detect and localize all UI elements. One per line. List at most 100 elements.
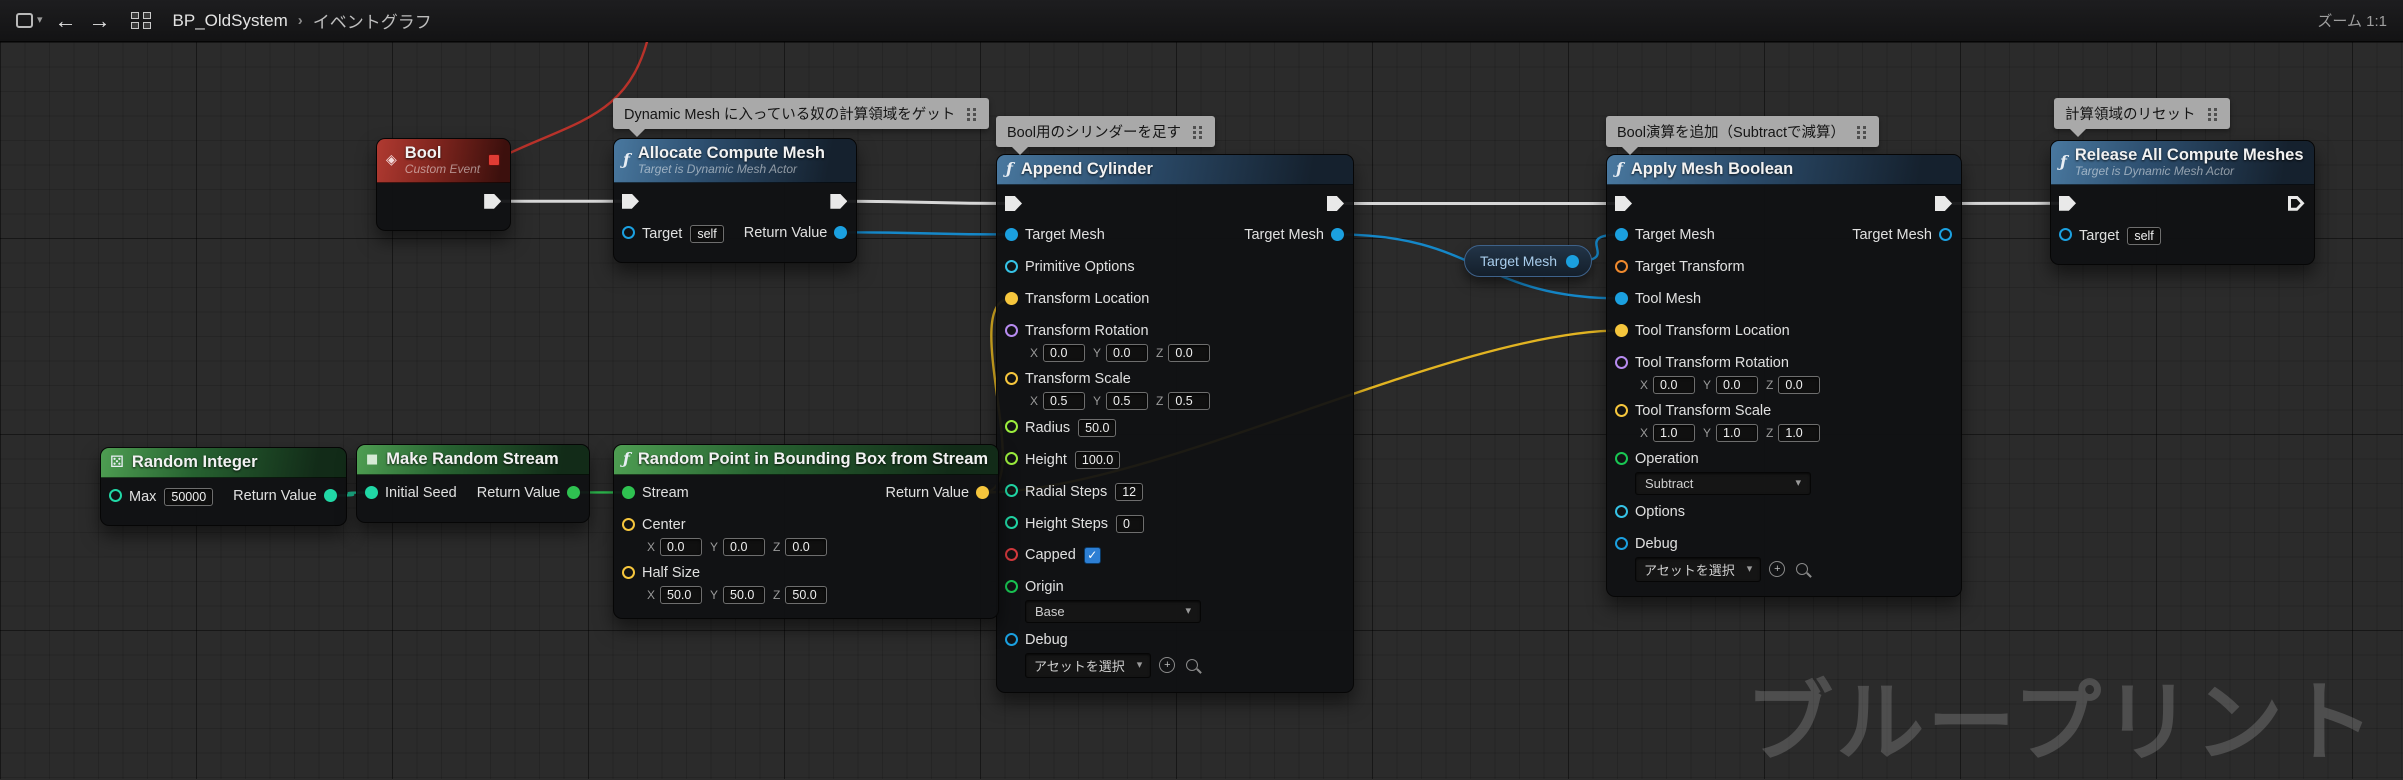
stream-in-pin[interactable] — [622, 485, 635, 499]
return-value-out-pin[interactable] — [567, 485, 581, 499]
target-transform-in-pin[interactable] — [1615, 259, 1628, 273]
target-input[interactable]: self — [2127, 226, 2161, 245]
half-size-y-input[interactable]: 50.0 — [723, 585, 766, 604]
transform-rotation-x-input[interactable]: 0.0 — [1043, 343, 1086, 362]
tool-transform-scale-x-input[interactable]: 1.0 — [1653, 423, 1696, 442]
operation-dropdown[interactable]: Subtract ▾ — [1635, 471, 1811, 495]
radius-input[interactable]: 50.0 — [1078, 418, 1117, 437]
exec-in-pin[interactable] — [2059, 195, 2076, 211]
node-random_point[interactable]: ƒ Random Point in Bounding Box from Strea… — [613, 444, 1000, 619]
center-z-input[interactable]: 0.0 — [785, 537, 828, 556]
radius-in-pin[interactable] — [1005, 419, 1018, 433]
capped-in-pin[interactable] — [1005, 547, 1018, 561]
node-header[interactable]: ƒ Append Cylinder — [997, 155, 1353, 185]
height-steps-in-pin[interactable] — [1005, 515, 1018, 529]
tool-transform-rotation-in-pin[interactable] — [1615, 355, 1628, 369]
breadcrumb-blueprint[interactable]: BP_OldSystem — [173, 11, 288, 31]
exec-in-pin[interactable] — [622, 193, 639, 209]
node-comment-release[interactable]: 計算領域のリセット — [2054, 98, 2230, 137]
tool-transform-location-in-pin[interactable] — [1615, 323, 1628, 337]
center-x-input[interactable]: 0.0 — [660, 537, 703, 556]
exec-out-pin[interactable] — [484, 193, 502, 209]
browse-asset-icon[interactable] — [1186, 659, 1199, 672]
back-button[interactable]: ← — [55, 9, 77, 32]
graph-hierarchy-icon[interactable] — [130, 12, 151, 29]
debug-in-pin[interactable] — [1615, 536, 1628, 550]
exec-out-pin[interactable] — [1327, 195, 1344, 211]
node-append_cylinder[interactable]: ƒ Append Cylinder Target Mesh Primitive Opt… — [996, 154, 1354, 693]
wire-exec[interactable] — [837, 199, 1015, 205]
return-value-out-pin[interactable] — [834, 225, 848, 239]
debug-asset-dropdown[interactable]: アセットを選択 ▾ — [1635, 556, 1762, 582]
node-bool_event[interactable]: ◈ Bool Custom Event — [376, 138, 512, 231]
node-header[interactable]: ■ Make Random Stream — [357, 445, 590, 475]
node-comment-allocate[interactable]: Dynamic Mesh に入っている奴の計算領域をゲット — [613, 98, 990, 137]
tool-transform-rotation-x-input[interactable]: 0.0 — [1653, 375, 1696, 394]
height-steps-input[interactable]: 0 — [1116, 514, 1145, 533]
node-release[interactable]: ƒ Release All Compute Meshes Target is Dyn… — [2050, 140, 2315, 265]
exec-in-pin[interactable] — [1615, 195, 1632, 211]
node-target_mesh_var[interactable]: Target Mesh — [1464, 245, 1592, 277]
tool-transform-rotation-y-input[interactable]: 0.0 — [1716, 375, 1759, 394]
tool-transform-scale-in-pin[interactable] — [1615, 403, 1628, 417]
node-header[interactable]: ◈ Bool Custom Event — [377, 139, 511, 183]
browse-asset-icon[interactable] — [1796, 563, 1809, 576]
exec-out-pin[interactable] — [1935, 195, 1952, 211]
radial-steps-input[interactable]: 12 — [1115, 482, 1144, 501]
transform-scale-y-input[interactable]: 0.5 — [1106, 391, 1149, 410]
wire-object[interactable] — [839, 231, 1013, 236]
target-input[interactable]: self — [690, 224, 724, 243]
options-in-pin[interactable] — [1615, 504, 1628, 518]
center-y-input[interactable]: 0.0 — [723, 537, 766, 556]
radial-steps-in-pin[interactable] — [1005, 483, 1018, 497]
transform-scale-z-input[interactable]: 0.5 — [1168, 391, 1211, 410]
transform-scale-in-pin[interactable] — [1005, 371, 1018, 385]
transform-rotation-z-input[interactable]: 0.0 — [1168, 343, 1211, 362]
node-header[interactable]: ƒ Apply Mesh Boolean — [1607, 155, 1961, 185]
height-input[interactable]: 100.0 — [1074, 450, 1121, 469]
node-random_integer[interactable]: ⚄ Random Integer Max 50000 Return Value — [100, 447, 347, 526]
debug-in-pin[interactable] — [1005, 632, 1018, 646]
half-size-in-pin[interactable] — [622, 565, 635, 579]
max-in-pin[interactable] — [109, 488, 122, 502]
transform-scale-x-input[interactable]: 0.5 — [1043, 391, 1086, 410]
editor-selector[interactable]: ▾ — [16, 13, 43, 28]
forward-button[interactable]: → — [89, 9, 111, 32]
half-size-z-input[interactable]: 50.0 — [785, 585, 828, 604]
breadcrumb-graph[interactable]: イベントグラフ — [313, 8, 432, 33]
tool-transform-scale-y-input[interactable]: 1.0 — [1716, 423, 1759, 442]
origin-in-pin[interactable] — [1005, 579, 1018, 593]
half-size-x-input[interactable]: 50.0 — [660, 585, 703, 604]
tool-transform-scale-z-input[interactable]: 1.0 — [1778, 423, 1821, 442]
transform-rotation-in-pin[interactable] — [1005, 323, 1018, 337]
return-value-out-pin[interactable] — [976, 485, 990, 499]
node-comment-append[interactable]: Bool用のシリンダーを足す — [996, 116, 1216, 155]
return-value-out-pin[interactable] — [323, 488, 337, 502]
delegate-pin[interactable] — [488, 154, 501, 167]
exec-in-pin[interactable] — [1005, 195, 1022, 211]
tool-mesh-in-pin[interactable] — [1615, 291, 1628, 305]
variable-output-pin[interactable] — [1566, 255, 1580, 268]
height-in-pin[interactable] — [1005, 451, 1018, 465]
exec-out-pin[interactable] — [830, 193, 848, 209]
node-header[interactable]: ƒ Allocate Compute Mesh Target is Dynamic … — [614, 139, 857, 183]
operation-in-pin[interactable] — [1615, 451, 1628, 465]
graph-canvas[interactable]: ブループリント Dynamic Mesh に入っている奴の計算領域をゲット Bo… — [0, 42, 2403, 779]
origin-dropdown[interactable]: Base ▾ — [1025, 599, 1201, 623]
max-input[interactable]: 50000 — [164, 487, 214, 506]
use-selected-asset-icon[interactable]: + — [1159, 657, 1176, 674]
node-apply_boolean[interactable]: ƒ Apply Mesh Boolean Target Mesh Target Tra… — [1606, 154, 1962, 597]
target-mesh-in-pin[interactable] — [1615, 227, 1628, 241]
center-in-pin[interactable] — [622, 517, 635, 531]
debug-asset-dropdown[interactable]: アセットを選択 ▾ — [1025, 652, 1152, 678]
transform-rotation-y-input[interactable]: 0.0 — [1106, 343, 1149, 362]
capped-checkbox[interactable]: ✓ — [1083, 546, 1101, 564]
node-header[interactable]: ƒ Release All Compute Meshes Target is Dyn… — [2051, 141, 2314, 185]
primitive-options-in-pin[interactable] — [1005, 259, 1018, 273]
target-mesh-out-pin[interactable] — [1331, 227, 1344, 241]
target-mesh-out-pin[interactable] — [1939, 227, 1952, 241]
use-selected-asset-icon[interactable]: + — [1769, 561, 1786, 578]
node-make_random_stream[interactable]: ■ Make Random Stream Initial Seed Return Va… — [356, 444, 591, 523]
initial-seed-in-pin[interactable] — [365, 485, 378, 499]
transform-location-in-pin[interactable] — [1005, 291, 1018, 305]
